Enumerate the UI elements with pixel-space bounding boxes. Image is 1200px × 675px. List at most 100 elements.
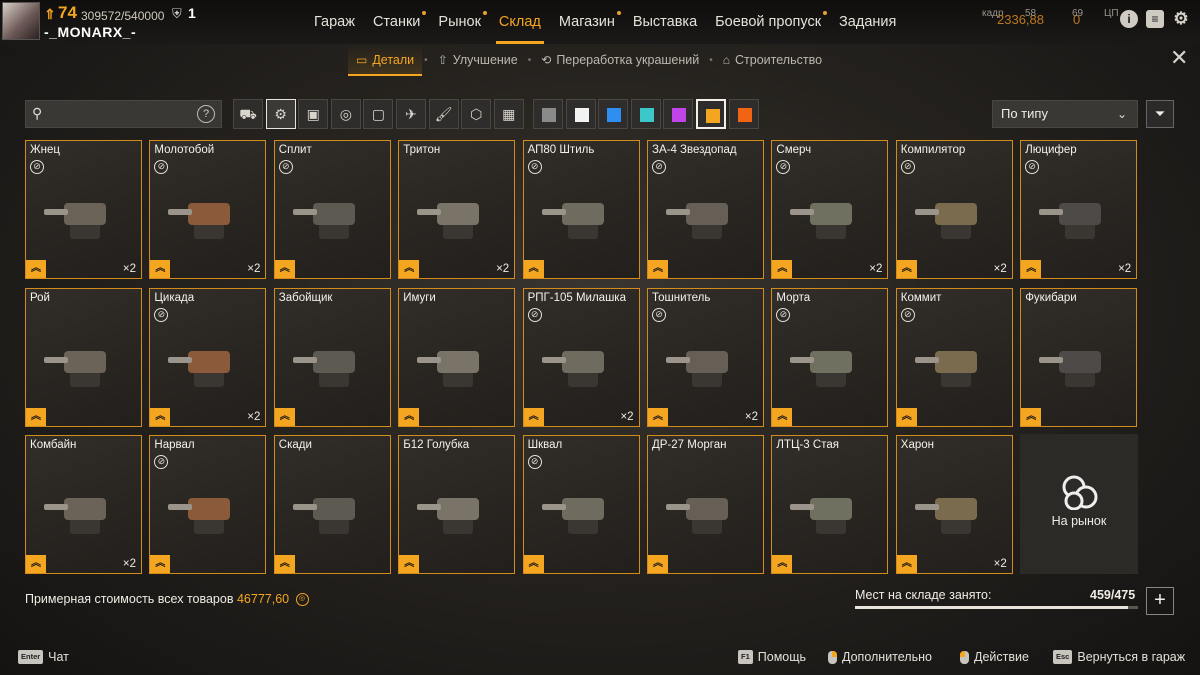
item-card[interactable]: Морта ⊘ ︽ — [771, 287, 889, 427]
module-icon[interactable]: ▣ — [298, 99, 329, 129]
clear-filter-button[interactable]: ⏷ — [1146, 100, 1174, 128]
item-card[interactable]: Харон ︽ ×2 — [895, 435, 1013, 574]
rarity-filter-swatch[interactable] — [565, 99, 596, 129]
help-icon[interactable]: ? — [197, 105, 215, 123]
item-count: ×2 — [496, 263, 510, 275]
item-card[interactable]: Б12 Голубка ︽ — [398, 435, 516, 574]
weapon-image — [790, 498, 853, 534]
item-card[interactable]: Жнец ⊘ ︽ ×2 — [25, 140, 142, 279]
nav-tab[interactable]: Боевой пропуск — [706, 0, 830, 44]
nav-tab[interactable]: Гараж — [305, 0, 364, 44]
nav-tab[interactable]: Выставка — [624, 0, 706, 44]
rarity-filter-swatch[interactable] — [598, 99, 629, 129]
top-bar: ⇑ 74 309572/540000 ⛨ 1 -_MONARX_- Гараж С… — [0, 0, 1200, 44]
drone-icon[interactable]: ✈ — [396, 99, 426, 129]
item-card[interactable]: Рой ︽ — [25, 287, 142, 427]
rarity-filter-swatch[interactable] — [728, 99, 759, 129]
item-name: РПГ-105 Милашка — [527, 291, 626, 304]
no-disassemble-icon: ⊘ — [900, 307, 915, 322]
rarity-filter-swatch[interactable] — [696, 99, 726, 129]
item-card[interactable]: Шквал ⊘ ︽ — [522, 435, 640, 574]
expand-storage-button[interactable]: + — [1146, 587, 1174, 615]
item-name: ЗА-4 Звездопад — [652, 144, 737, 156]
rarity-filter-swatch[interactable] — [630, 99, 661, 129]
weapon-image — [292, 203, 355, 239]
nav-tab[interactable]: Магазин — [550, 0, 624, 44]
avatar[interactable] — [2, 2, 40, 40]
item-name: Коммит — [900, 291, 942, 304]
weapon-image — [541, 350, 604, 387]
item-card[interactable]: ЛТЦ-3 Стая ︽ — [771, 435, 889, 574]
cabin-icon[interactable]: ⛟ — [233, 99, 263, 129]
nav-tab[interactable]: Задания — [830, 0, 905, 44]
weapon-image — [541, 498, 604, 534]
item-card[interactable]: АП80 Штиль ⊘ ︽ — [522, 140, 640, 279]
back-hint[interactable]: Esc Вернуться в гараж — [1053, 650, 1185, 664]
rarity-filter-swatch[interactable] — [533, 99, 563, 129]
item-card[interactable]: Смерч ⊘ ︽ ×2 — [771, 140, 889, 279]
item-card[interactable]: Скади ︽ — [273, 435, 391, 574]
chat-hint[interactable]: Enter Чат — [18, 650, 69, 664]
subtab[interactable]: ⇧ Улучшение — [430, 44, 526, 76]
item-card[interactable]: Нарвал ⊘ ︽ — [149, 435, 267, 574]
rarity-filter-swatch[interactable] — [663, 99, 694, 129]
item-card[interactable]: Цикада ⊘ ︽ ×2 — [149, 287, 267, 427]
close-icon[interactable]: ✕ — [1170, 47, 1188, 69]
messages-icon[interactable]: ≡ — [1146, 10, 1164, 28]
item-card[interactable]: Компилятор ⊘ ︽ ×2 — [895, 140, 1013, 279]
no-disassemble-icon: ⊘ — [154, 455, 169, 469]
grid-icon[interactable]: ▦ — [493, 99, 524, 129]
rarity-color — [542, 108, 556, 122]
weapon-image — [417, 350, 480, 387]
rank-chevron-icon: ︽ — [1021, 260, 1042, 278]
weapon-image — [44, 350, 106, 387]
no-disassemble-icon: ⊘ — [652, 307, 666, 322]
subtab[interactable]: ⌂ Строительство — [715, 44, 830, 76]
item-card[interactable]: ДР-27 Морган ︽ — [647, 435, 764, 574]
subtab-label: Детали — [372, 53, 415, 67]
item-card[interactable]: Тошнитель ⊘ ︽ ×2 — [647, 287, 764, 427]
item-name: Молотобой — [154, 144, 215, 156]
weapon-image — [1039, 350, 1102, 387]
frame-icon[interactable]: ▢ — [363, 99, 394, 129]
gear-icon[interactable]: ⚙ — [1172, 10, 1190, 28]
item-card[interactable]: Имуги ︽ — [398, 287, 516, 427]
player-level: 74 — [58, 3, 77, 22]
subtab[interactable]: ▭ Детали — [348, 44, 423, 76]
total-value: 46777,60 — [236, 592, 290, 606]
rank-chevron-icon: ︽ — [523, 407, 544, 426]
item-card[interactable]: Комбайн ︽ ×2 — [25, 435, 142, 574]
weapon-icon[interactable]: ⚙ — [265, 99, 296, 129]
weapon-image — [790, 203, 853, 239]
action-hint[interactable]: Действие — [960, 650, 1029, 664]
info-icon[interactable]: i — [1120, 10, 1138, 28]
item-card[interactable]: Забойщик ︽ — [273, 287, 391, 427]
item-card[interactable]: Фукибари ︽ — [1020, 287, 1138, 427]
nav-tab[interactable]: Рынок — [429, 0, 490, 44]
item-name: Люцифер — [1025, 144, 1077, 156]
search-input[interactable]: ⚲ ? — [25, 100, 222, 128]
item-name: Сплит — [278, 144, 312, 156]
decor-icon[interactable]: ⬡ — [461, 99, 492, 129]
item-card[interactable]: Тритон ︽ ×2 — [398, 140, 516, 279]
item-card[interactable]: Сплит ⊘ ︽ — [273, 140, 391, 279]
more-hint[interactable]: Дополнительно — [828, 650, 932, 664]
item-card[interactable]: Люцифер ⊘ ︽ ×2 — [1020, 140, 1138, 279]
help-hint[interactable]: F1 Помощь — [738, 650, 806, 664]
item-card[interactable]: РПГ-105 Милашка ⊘ ︽ ×2 — [522, 287, 640, 427]
market-tile[interactable]: На рынок — [1020, 434, 1138, 574]
nav-tab[interactable]: Склад — [490, 0, 550, 44]
item-card[interactable]: Коммит ⊘ ︽ — [895, 287, 1013, 427]
subtab[interactable]: ⟲ Переработка украшений — [533, 44, 707, 76]
item-card[interactable]: Молотобой ⊘ ︽ ×2 — [149, 140, 267, 279]
item-card[interactable]: ЗА-4 Звездопад ⊘ ︽ — [647, 140, 764, 279]
prestige-icon: ⛨ — [172, 6, 182, 21]
separator: • — [709, 54, 713, 66]
bp-label: ЦП — [1104, 8, 1119, 19]
nav-tab[interactable]: Станки — [364, 0, 429, 44]
wheel-icon[interactable]: ◎ — [330, 99, 361, 129]
sort-dropdown[interactable]: По типу ⌄ — [992, 100, 1138, 128]
paint-icon[interactable]: 🖌 — [428, 99, 459, 129]
rarity-color — [607, 108, 622, 122]
item-count: ×2 — [993, 263, 1007, 275]
